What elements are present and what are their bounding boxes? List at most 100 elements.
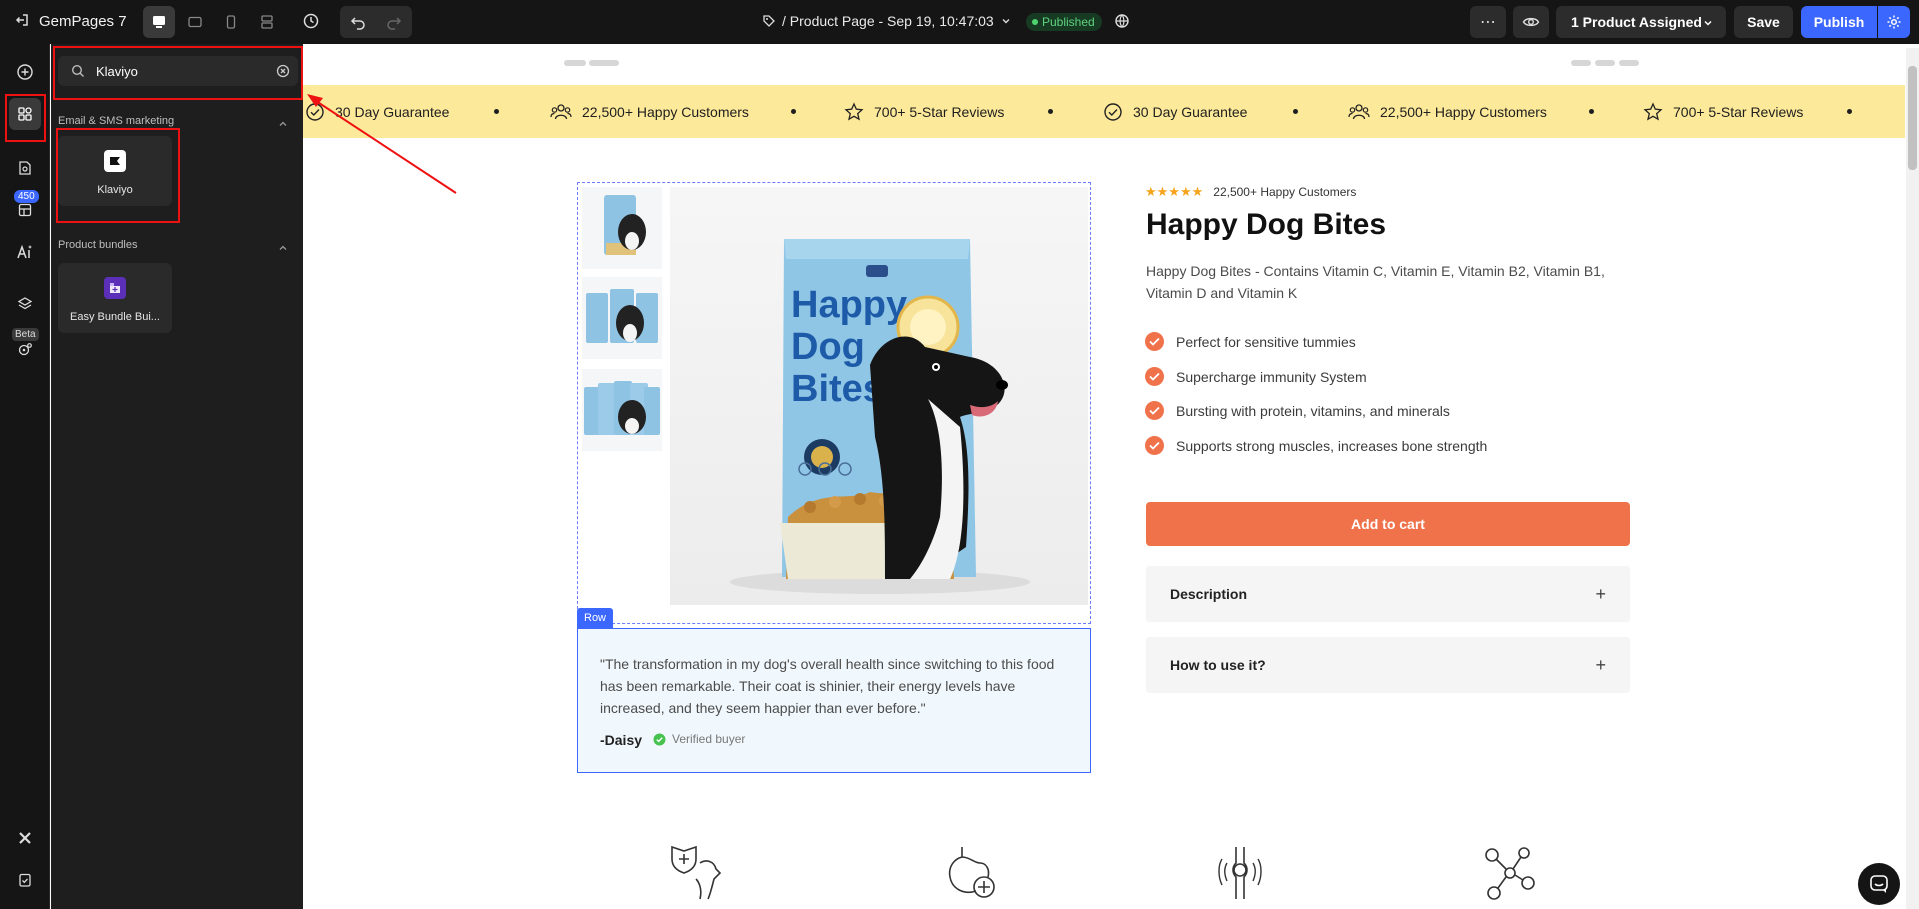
marquee-item: 700+ 5-Star Reviews (844, 85, 1004, 138)
pages-button[interactable] (9, 152, 41, 184)
ai-icon (17, 244, 32, 259)
separator-dot (791, 109, 796, 114)
checklist-button[interactable] (9, 864, 41, 896)
dog-health-icon (670, 843, 730, 903)
eye-icon (1522, 17, 1540, 27)
apps-button[interactable] (9, 98, 41, 130)
accordion-description[interactable]: Description + (1146, 566, 1630, 622)
globe-icon[interactable] (1114, 13, 1132, 31)
separator-dot (1847, 109, 1852, 114)
search-input[interactable] (96, 56, 256, 86)
undo-icon[interactable] (340, 6, 376, 38)
redo-icon[interactable] (376, 6, 412, 38)
layout-view-button[interactable] (251, 6, 283, 38)
people-icon (550, 103, 572, 119)
save-button[interactable]: Save (1734, 6, 1793, 38)
bag-text: Dog (791, 326, 865, 368)
page-label: / Product Page - Sep 19, 10:47:03 (782, 13, 994, 29)
separator-dot (494, 109, 499, 114)
people-icon (1348, 103, 1370, 119)
gallery-thumbnail[interactable] (582, 277, 662, 359)
check-icon (1145, 332, 1164, 351)
chevron-down-icon (1002, 19, 1010, 24)
announcement-marquee: 30 Day Guarantee 22,500+ Happy Customers… (303, 85, 1905, 138)
check-icon (1145, 367, 1164, 386)
search-icon (71, 64, 85, 83)
row-tag[interactable]: Row (577, 608, 614, 628)
chevron-up-icon[interactable] (277, 117, 289, 129)
undo-redo-group (340, 6, 412, 38)
check-circle-icon (306, 102, 324, 121)
product-assigned-dropdown[interactable]: 1 Product Assigned (1556, 6, 1726, 38)
ai-button[interactable] (9, 236, 41, 268)
mobile-view-button[interactable] (215, 6, 247, 38)
sections-button[interactable] (9, 194, 41, 226)
preview-button[interactable] (1513, 6, 1549, 38)
chat-support-button[interactable] (1858, 863, 1900, 905)
check-circle-icon (1104, 102, 1122, 121)
star-icon (1643, 101, 1663, 121)
gear-icon (1887, 15, 1901, 29)
apps-panel: Email & SMS marketing Klaviyo Product bu… (51, 44, 303, 909)
app-name: Klaviyo (97, 184, 133, 196)
accordion-how-to-use[interactable]: How to use it? + (1146, 637, 1630, 693)
page-selector[interactable]: / Product Page - Sep 19, 10:47:03 (762, 13, 1012, 29)
separator-dot (1589, 109, 1594, 114)
separator-dot (1048, 109, 1053, 114)
canvas-handle (589, 60, 619, 66)
app-card-klaviyo[interactable]: Klaviyo (58, 136, 172, 206)
page-icon (19, 161, 31, 175)
x-logo-icon (19, 832, 31, 844)
scrollbar-thumb[interactable] (1908, 66, 1917, 170)
clear-search-icon[interactable] (276, 64, 290, 83)
canvas-scrollbar[interactable] (1906, 48, 1919, 909)
layers-button[interactable] (9, 288, 41, 320)
beta-tool-button[interactable] (9, 334, 41, 366)
verified-badge: Verified buyer (653, 732, 745, 746)
app-card-easy-bundle[interactable]: Easy Bundle Bui... (58, 263, 172, 333)
clipboard-icon (19, 873, 31, 887)
publish-button[interactable]: Publish (1801, 6, 1877, 38)
canvas-handle (1595, 60, 1615, 66)
separator-dot (1293, 109, 1298, 114)
tablet-landscape-view-button[interactable] (179, 6, 211, 38)
layout-icon (18, 203, 32, 217)
marquee-item: 30 Day Guarantee (305, 85, 449, 138)
nutrients-molecule-icon (1480, 843, 1540, 903)
publish-settings-button[interactable] (1878, 6, 1910, 38)
feature-item: Perfect for sensitive tummies (1145, 332, 1356, 351)
tag-icon (763, 15, 775, 27)
marquee-item: 700+ 5-Star Reviews (1643, 85, 1803, 138)
x-brand-button[interactable] (9, 822, 41, 854)
add-element-button[interactable] (9, 56, 41, 88)
star-icon (844, 101, 864, 121)
more-options-button[interactable]: ⋯ (1470, 6, 1506, 38)
desktop-view-button[interactable] (143, 6, 175, 38)
stomach-health-icon (940, 843, 1000, 903)
plus-circle-icon (17, 64, 33, 80)
plus-icon: + (1595, 584, 1606, 604)
assigned-label: 1 Product Assigned (1571, 14, 1702, 30)
marquee-item: 22,500+ Happy Customers (1348, 85, 1547, 138)
gallery-thumbnail[interactable] (582, 187, 662, 269)
bag-text: Bites (791, 368, 884, 410)
marquee-item: 30 Day Guarantee (1103, 85, 1247, 138)
gallery-thumbnail[interactable] (582, 369, 662, 451)
check-icon (1145, 436, 1164, 455)
canvas-handle (1571, 60, 1591, 66)
history-icon[interactable] (302, 12, 322, 32)
bag-text: Happy (791, 284, 907, 326)
nodes-icon (18, 343, 32, 356)
plus-icon: + (1595, 655, 1606, 675)
chevron-up-icon[interactable] (277, 241, 289, 253)
feature-item: Bursting with protein, vitamins, and min… (1145, 401, 1450, 420)
add-to-cart-button[interactable]: Add to cart (1146, 502, 1630, 546)
main-product-image[interactable]: Happy Dog Bites (670, 187, 1088, 605)
left-icon-rail: 450 Beta (0, 44, 50, 909)
testimonial-author: -Daisy (600, 732, 643, 748)
published-badge: Published (1026, 13, 1102, 31)
testimonial-block[interactable]: "The transformation in my dog's overall … (577, 628, 1091, 773)
product-gallery[interactable]: Happy Dog Bites (577, 182, 1091, 624)
editor-canvas[interactable]: 30 Day Guarantee 22,500+ Happy Customers… (303, 48, 1905, 909)
exit-icon[interactable] (14, 12, 34, 32)
